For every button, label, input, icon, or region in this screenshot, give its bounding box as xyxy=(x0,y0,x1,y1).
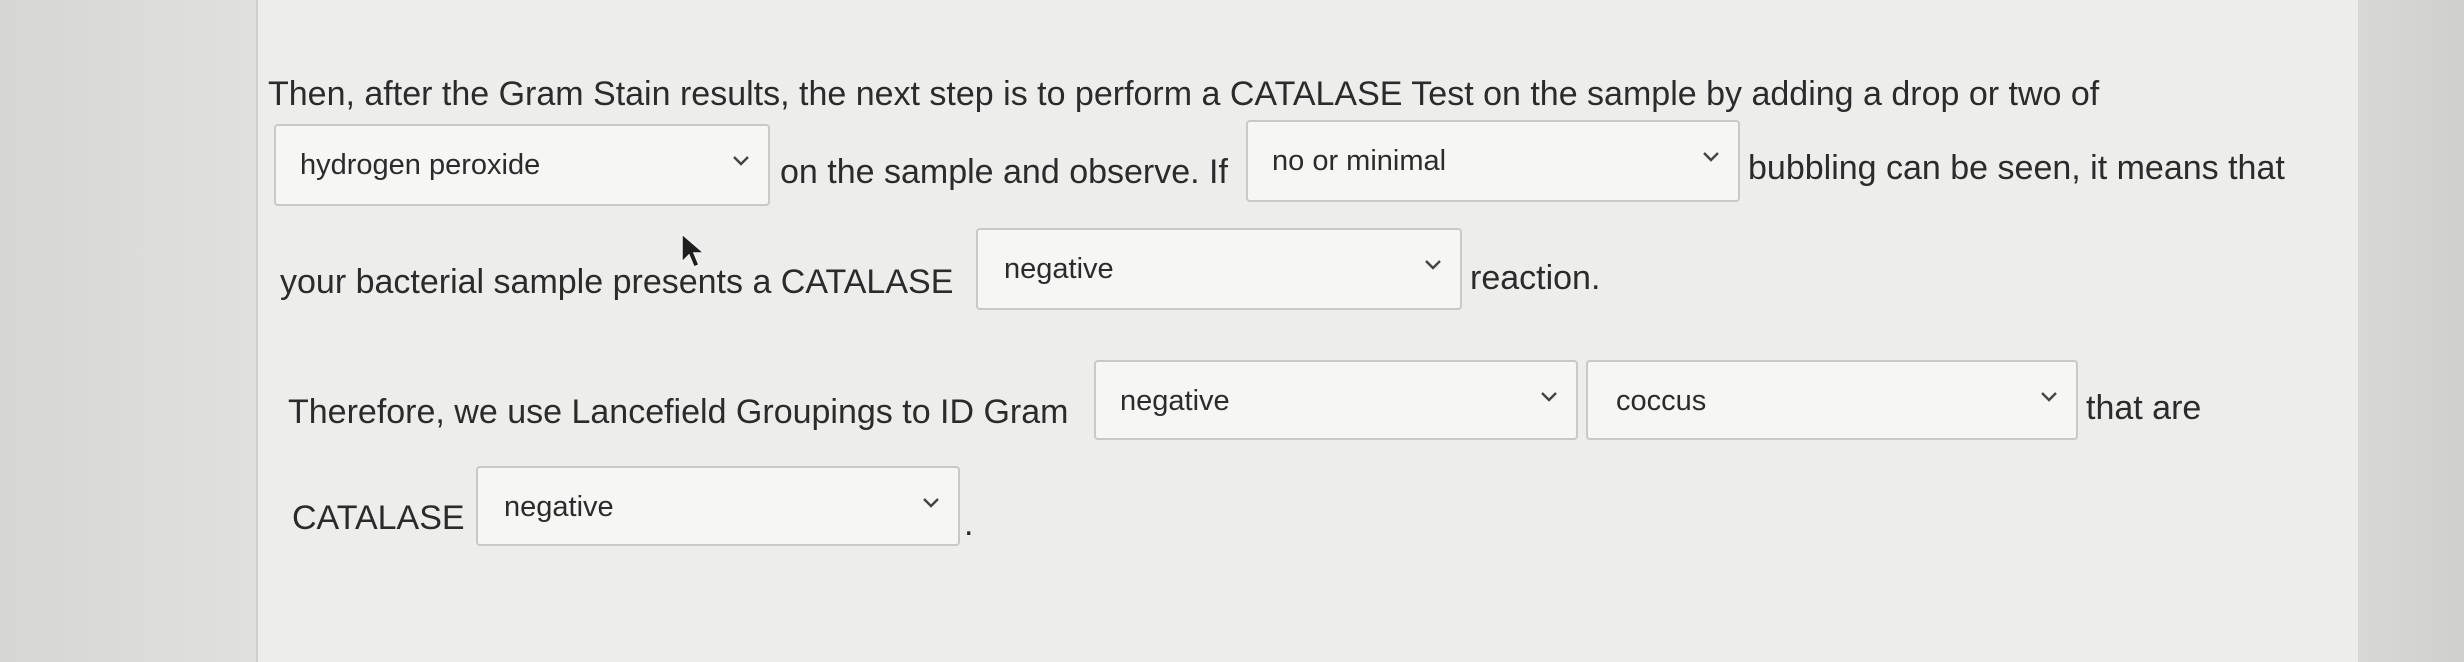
gram-type-dropdown-value: negative xyxy=(1120,385,1230,417)
mouse-pointer-icon xyxy=(681,232,707,268)
reagent-dropdown[interactable]: hydrogen peroxide xyxy=(274,124,770,206)
sentence-line-4-end: that are xyxy=(2086,389,2202,427)
right-gutter xyxy=(2358,0,2464,662)
sentence-line-2-middle: on the sample and observe. If xyxy=(780,153,1228,191)
sentence-line-4-start: Therefore, we use Lancefield Groupings t… xyxy=(288,393,1069,431)
bubbling-dropdown-value: no or minimal xyxy=(1272,145,1447,177)
chevron-down-icon xyxy=(2041,392,2057,402)
chevron-down-icon xyxy=(1425,260,1441,270)
chevron-down-icon xyxy=(1703,152,1719,162)
sentence-line-1: Then, after the Gram Stain results, the … xyxy=(268,75,2100,113)
screen: Then, after the Gram Stain results, the … xyxy=(0,0,2464,662)
chevron-down-icon xyxy=(1541,392,1557,402)
gram-type-dropdown[interactable]: negative xyxy=(1094,360,1578,440)
catalase-final-dropdown-value: negative xyxy=(504,491,614,523)
catalase-final-dropdown[interactable]: negative xyxy=(476,466,960,546)
reagent-dropdown-value: hydrogen peroxide xyxy=(300,149,541,181)
chevron-down-icon xyxy=(923,498,939,508)
sentence-line-3-end: reaction. xyxy=(1470,259,1601,297)
morphology-dropdown-value: coccus xyxy=(1616,385,1707,417)
sentence-line-5-start: CATALASE xyxy=(292,499,465,537)
sentence-line-3-start: your bacterial sample presents a CATALAS… xyxy=(280,263,954,301)
chevron-down-icon xyxy=(733,156,749,166)
morphology-dropdown[interactable]: coccus xyxy=(1586,360,2078,440)
bubbling-dropdown[interactable]: no or minimal xyxy=(1246,120,1740,202)
left-gutter xyxy=(0,0,256,662)
catalase-result-dropdown-value: negative xyxy=(1004,253,1114,285)
sentence-line-5-end: . xyxy=(964,505,974,543)
sentence-line-2-end: bubbling can be seen, it means that xyxy=(1748,149,2285,187)
catalase-result-dropdown[interactable]: negative xyxy=(976,228,1462,310)
